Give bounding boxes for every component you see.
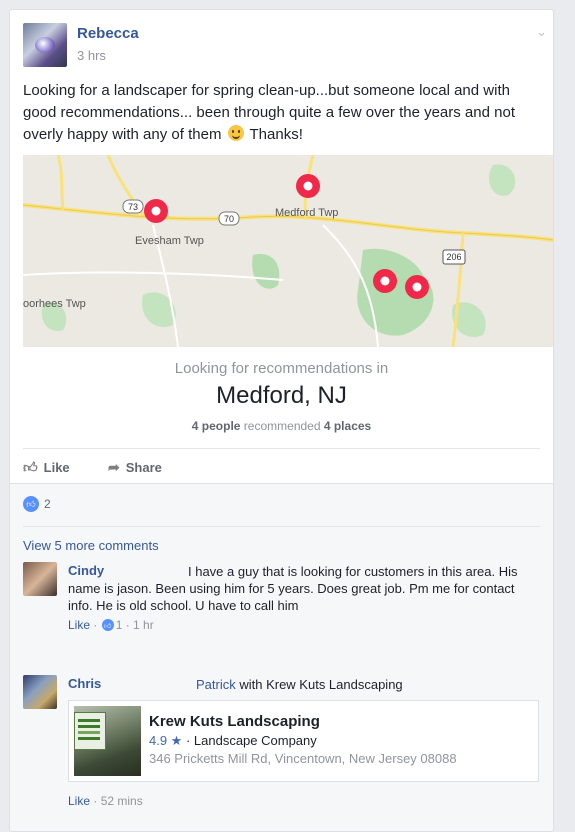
map-graphic: 73 70 206 Evesham Twp Medford Twp oorhee… — [23, 155, 553, 347]
share-arrow-icon: ➦ — [108, 459, 120, 475]
map-pin[interactable] — [144, 199, 168, 223]
map-label-medford: Medford Twp — [275, 207, 338, 219]
commenter-name[interactable]: Chris — [68, 676, 101, 691]
map-label-voorhees: oorhees Twp — [23, 298, 86, 310]
divider — [23, 448, 540, 449]
post-timestamp[interactable]: 3 hrs — [77, 48, 106, 63]
map-label-evesham: Evesham Twp — [135, 235, 204, 247]
recommendations-summary[interactable]: 4 people recommended 4 places — [10, 419, 553, 433]
author-name[interactable]: Rebecca — [77, 25, 139, 42]
svg-text:70: 70 — [224, 214, 234, 224]
recommendations-city[interactable]: Medford, NJ — [10, 382, 553, 410]
post-card: Rebecca 3 hrs ⌄ Looking for a landscaper… — [9, 9, 554, 832]
place-photo — [74, 706, 141, 776]
smiley-emoji-icon — [227, 125, 244, 141]
place-card[interactable]: Krew Kuts Landscaping 4.9 ★ · Landscape … — [68, 700, 539, 782]
comment-meta: Like · 👍︎ 1 · 1 hr — [68, 618, 154, 632]
thumbs-up-icon: 👍︎ — [23, 459, 38, 475]
author-avatar[interactable] — [23, 23, 67, 67]
view-more-comments-link[interactable]: View 5 more comments — [23, 538, 159, 553]
comment-meta: Like · 52 mins — [68, 794, 143, 808]
mention-link[interactable]: Patrick — [196, 677, 236, 692]
svg-text:206: 206 — [446, 252, 461, 262]
like-reaction-icon: 👍︎ — [101, 619, 114, 631]
like-button[interactable]: 👍︎ Like — [23, 459, 70, 476]
route-shield-206: 206 — [442, 249, 466, 265]
share-button[interactable]: ➦ Share — [108, 459, 162, 476]
comment-text: Patrick with Krew Kuts Landscaping — [196, 677, 403, 692]
commenter-avatar[interactable] — [23, 675, 57, 709]
place-name[interactable]: Krew Kuts Landscaping — [149, 713, 320, 730]
route-shield-73: 73 — [122, 199, 144, 214]
divider — [23, 526, 540, 527]
place-details: 4.9 ★ · Landscape Company — [149, 733, 317, 748]
svg-text:73: 73 — [128, 202, 138, 212]
post-text: Looking for a landscaper for spring clea… — [23, 82, 515, 143]
map-pin[interactable] — [296, 174, 320, 198]
recommendations-header: Looking for recommendations in — [174, 360, 389, 377]
like-reaction-icon: 👍︎ — [23, 496, 39, 512]
map-pin[interactable] — [405, 275, 429, 299]
comment-like-link[interactable]: Like — [68, 794, 90, 808]
place-address: 346 Pricketts Mill Rd, Vincentown, New J… — [149, 751, 457, 766]
reaction-summary[interactable]: 👍︎ 2 — [23, 496, 51, 512]
comment-text: I have a guy that is looking for custome… — [68, 564, 518, 613]
recommendations-map[interactable]: 73 70 206 Evesham Twp Medford Twp oorhee… — [23, 155, 553, 347]
route-shield-70: 70 — [218, 211, 240, 226]
chevron-down-icon[interactable]: ⌄ — [536, 24, 547, 40]
comment-like-link[interactable]: Like — [68, 618, 90, 632]
map-pin[interactable] — [373, 269, 397, 293]
commenter-avatar[interactable] — [23, 562, 57, 596]
